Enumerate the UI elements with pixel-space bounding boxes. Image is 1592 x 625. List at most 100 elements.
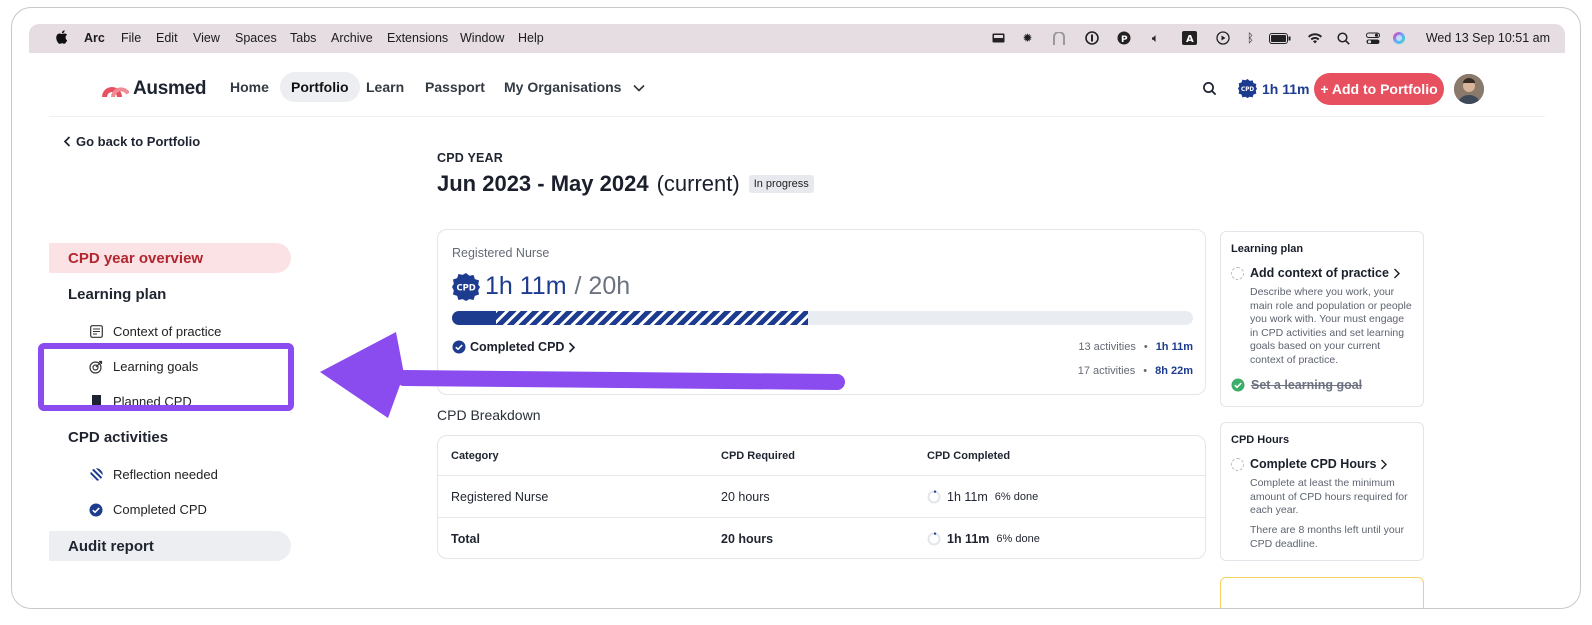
cpd-year-current: (current) [656, 171, 740, 196]
progress-role: Registered Nurse [452, 246, 550, 260]
sidebar-cpd-year-overview[interactable]: CPD year overview [49, 243, 291, 273]
progress-fill-completed [452, 311, 497, 325]
back-link-label: Go back to Portfolio [76, 134, 201, 149]
volume-icon[interactable]: 🔈︎ [1148, 31, 1163, 45]
sidebar-cpd-activities[interactable]: CPD activities [49, 422, 291, 452]
cpd-badge-icon: CPD [452, 272, 480, 301]
search-icon[interactable] [1201, 80, 1219, 98]
table-row-total: Total 20 hours 1h 11m 6% done [438, 518, 1205, 558]
menu-view[interactable]: View [193, 31, 220, 45]
menu-help[interactable]: Help [518, 31, 544, 45]
chevron-down-icon [633, 84, 645, 92]
chevron-left-icon [63, 136, 71, 147]
row-required: 20 hours [721, 489, 770, 504]
progress-target-hours: / 20h [574, 272, 631, 300]
cpd-total-indicator[interactable]: CPD 1h 11m [1238, 79, 1309, 98]
row-completed-pct: 6% done [994, 490, 1039, 503]
cpd-year-label: CPD YEAR [437, 151, 503, 165]
second-activities-time: 8h 22m [1155, 365, 1193, 377]
row-completed-pct: 6% done [996, 533, 1040, 545]
scrollbar-handle[interactable] [1580, 118, 1581, 132]
chevron-right-icon [1381, 459, 1388, 469]
table-header: Category CPD Required CPD Completed [438, 436, 1205, 476]
apple-icon[interactable] [56, 30, 68, 44]
siri-icon[interactable] [1391, 31, 1406, 45]
progress-completed-hours: 1h 11m [485, 272, 567, 300]
completed-cpd-meta: 13 activities • 1h 11m [1078, 341, 1193, 353]
complete-cpd-hours-link[interactable]: Complete CPD Hours [1231, 457, 1388, 471]
nav-portfolio[interactable]: Portfolio [280, 72, 360, 102]
bluetooth-icon[interactable]: ᛒ [1243, 31, 1258, 45]
menu-tabs[interactable]: Tabs [290, 31, 316, 45]
set-learning-goal-done: Set a learning goal [1231, 378, 1362, 392]
menu-file[interactable]: File [121, 31, 141, 45]
chevron-right-icon [1393, 268, 1400, 278]
row-completed-time: 1h 11m [947, 532, 990, 546]
add-context-label: Add context of practice [1250, 266, 1389, 280]
cpd-total-value: 1h 11m [1262, 80, 1310, 97]
cpd-year-range: Jun 2023 - May 2024 [437, 171, 649, 196]
top-navigation: Ausmed Home Portfolio Learn Passport My … [49, 61, 1545, 117]
nav-passport[interactable]: Passport [425, 79, 485, 95]
brand-name: Ausmed [133, 78, 207, 99]
menu-extensions[interactable]: Extensions [387, 31, 448, 45]
add-context-of-practice-link[interactable]: Add context of practice [1231, 266, 1401, 280]
keyboard-a-icon[interactable]: A [1182, 31, 1197, 45]
progress-fill-planned [496, 311, 808, 325]
menu-edit[interactable]: Edit [156, 31, 178, 45]
sidebar-item-label: Context of practice [113, 324, 222, 339]
sidebar-item-completed-cpd[interactable]: Completed CPD [89, 502, 207, 517]
menubar-clock[interactable]: Wed 13 Sep 10:51 am [1426, 31, 1550, 45]
progress-ring-icon [927, 490, 941, 503]
battery-icon[interactable] [1269, 31, 1291, 45]
back-to-portfolio-link[interactable]: Go back to Portfolio [63, 134, 200, 149]
search-icon[interactable] [1336, 31, 1351, 45]
avatar[interactable] [1454, 74, 1484, 104]
add-to-portfolio-button[interactable]: + Add to Portfolio [1314, 73, 1444, 105]
set-learning-goal-label: Set a learning goal [1251, 378, 1363, 392]
row-completed-time: 1h 11m [947, 489, 988, 504]
onepassword-icon[interactable] [1084, 31, 1099, 45]
row-required: 20 hours [721, 532, 774, 546]
sidebar-item-label: Completed CPD [113, 502, 207, 517]
sidebar-audit-report[interactable]: Audit report [49, 531, 291, 561]
striped-progress-icon [89, 468, 103, 482]
nav-home[interactable]: Home [230, 79, 269, 95]
empty-circle-icon [1231, 457, 1244, 471]
complete-cpd-hours-label: Complete CPD Hours [1250, 457, 1377, 471]
ausmed-logo[interactable]: Ausmed [101, 77, 206, 101]
bullet-separator: • [1143, 341, 1148, 353]
sidebar-learning-plan[interactable]: Learning plan [49, 279, 291, 309]
cpd-badge-text: CPD [1241, 87, 1254, 93]
menu-spaces[interactable]: Spaces [235, 31, 277, 45]
second-activities-count: 17 activities [1077, 365, 1136, 377]
sidebar-item-context-of-practice[interactable]: Context of practice [89, 324, 221, 339]
empty-circle-icon [1231, 266, 1244, 280]
play-icon[interactable] [1215, 31, 1230, 45]
second-cpd-meta: 17 activities • 8h 22m [1078, 365, 1193, 377]
nav-learn[interactable]: Learn [366, 79, 404, 95]
table-row: Registered Nurse 20 hours 1h 11m 6% done [438, 476, 1205, 518]
menu-app-name[interactable]: Arc [84, 31, 105, 45]
wifi-icon[interactable] [1307, 31, 1322, 45]
nav-my-organisations[interactable]: My Organisations [504, 79, 645, 95]
screenshot-frame: Arc File Edit View Spaces Tabs Archive E… [11, 7, 1581, 609]
menu-archive[interactable]: Archive [331, 31, 373, 45]
menu-window[interactable]: Window [460, 31, 504, 45]
ausmed-logo-icon [102, 87, 129, 97]
add-context-description: Describe where you work, your main role … [1250, 286, 1412, 366]
p-icon[interactable]: P [1116, 31, 1131, 45]
arch-icon[interactable] [1051, 31, 1066, 45]
notice-card [1220, 577, 1424, 608]
gear-icon[interactable]: ✹ [1020, 31, 1035, 45]
row-completed: 1h 11m 6% done [927, 518, 1040, 558]
document-icon [89, 325, 103, 339]
control-center-icon[interactable] [1365, 31, 1380, 45]
display-icon[interactable] [991, 31, 1006, 45]
cpd-progress-bar [452, 311, 1193, 325]
cpd-badge-icon: CPD [1238, 79, 1257, 98]
bullet-separator: • [1143, 365, 1148, 377]
cpd-hours-card: CPD Hours Complete CPD Hours Complete at… [1220, 422, 1424, 561]
sidebar-item-reflection-needed[interactable]: Reflection needed [89, 467, 218, 482]
completed-activities-time: 1h 11m [1155, 341, 1193, 353]
